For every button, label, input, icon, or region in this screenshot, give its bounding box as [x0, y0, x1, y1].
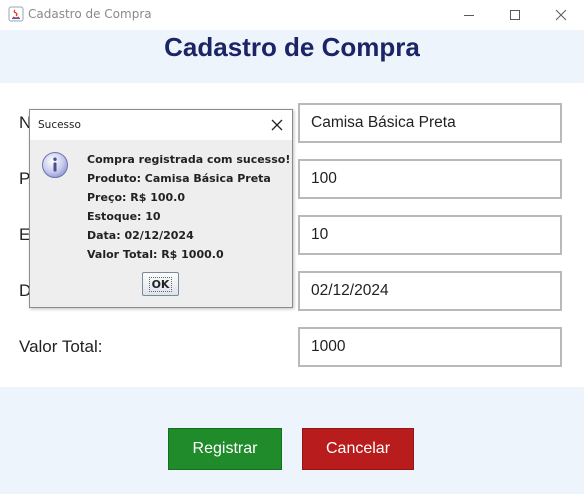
ok-button[interactable]: OK: [142, 272, 179, 296]
total-value-field[interactable]: 1000: [298, 327, 562, 367]
window-titlebar: Cadastro de Compra: [0, 0, 584, 30]
dialog-message-line: Valor Total: R$ 1000.0: [87, 248, 224, 261]
dialog-message-line: Compra registrada com sucesso!: [87, 153, 291, 166]
ok-label: OK: [148, 276, 173, 292]
maximize-icon: [510, 10, 520, 20]
close-button[interactable]: [538, 0, 584, 30]
dialog-message-line: Preço: R$ 100.0: [87, 191, 186, 204]
maximize-button[interactable]: [492, 0, 538, 30]
success-dialog: Sucesso Compra registrada com sucesso! P…: [29, 109, 293, 308]
dialog-close-icon[interactable]: [268, 116, 286, 134]
dialog-message-line: Estoque: 10: [87, 210, 161, 223]
product-name-field[interactable]: Camisa Básica Preta: [298, 103, 562, 143]
window-title: Cadastro de Compra: [28, 7, 152, 21]
price-field[interactable]: 100: [298, 159, 562, 199]
java-icon: [8, 6, 24, 22]
minimize-icon: [464, 15, 474, 16]
dialog-titlebar: Sucesso: [30, 110, 292, 140]
dialog-title: Sucesso: [38, 119, 81, 131]
register-button[interactable]: Registrar: [168, 428, 282, 470]
page-title: Cadastro de Compra: [164, 32, 420, 62]
total-value-label: Valor Total:: [19, 337, 103, 356]
close-icon: [555, 9, 567, 21]
dialog-message-line: Data: 02/12/2024: [87, 229, 194, 242]
minimize-button[interactable]: [446, 0, 492, 30]
date-field[interactable]: 02/12/2024: [298, 271, 562, 311]
dialog-message-line: Produto: Camisa Básica Preta: [87, 172, 271, 185]
cancel-button[interactable]: Cancelar: [302, 428, 414, 470]
stock-field[interactable]: 10: [298, 215, 562, 255]
info-icon: [42, 152, 68, 178]
